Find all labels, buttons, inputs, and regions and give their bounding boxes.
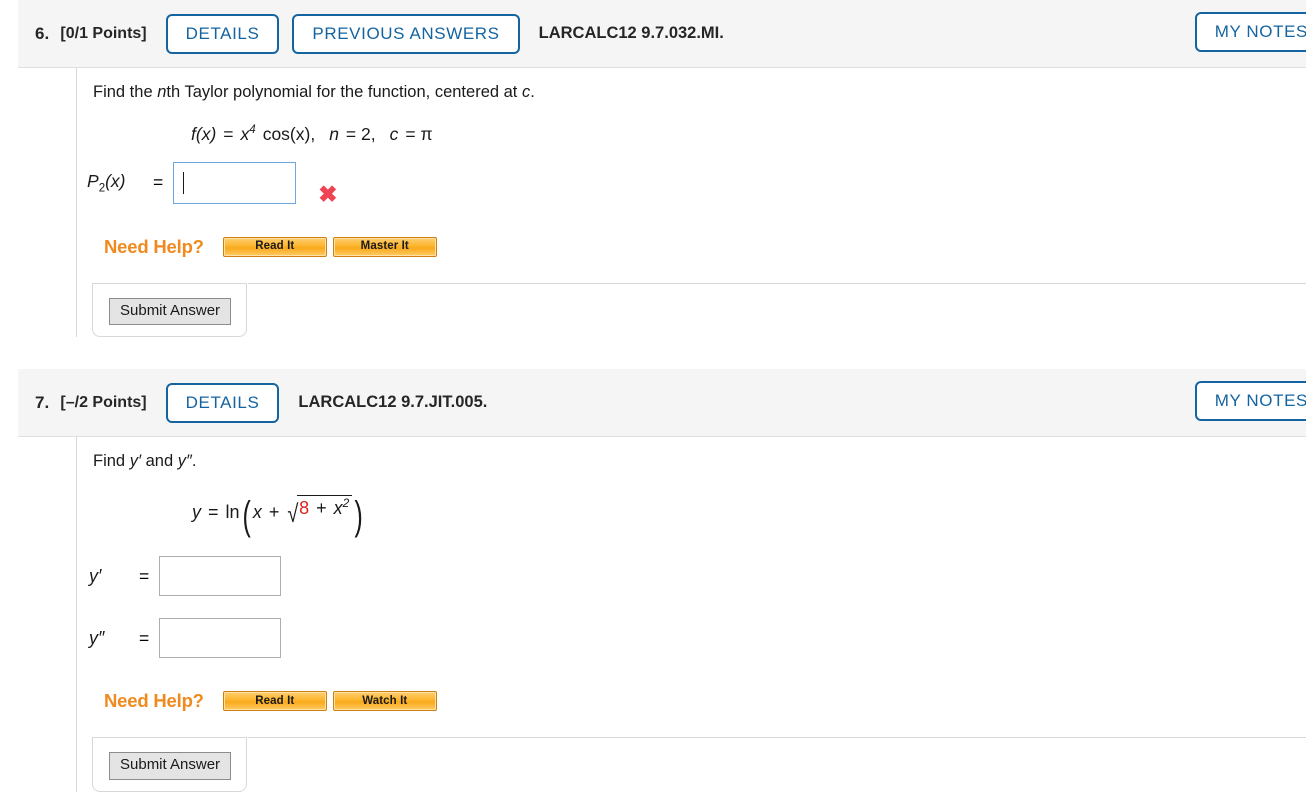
answer-equals-6: = xyxy=(153,172,164,193)
answer-label-arg: (x) xyxy=(105,171,126,192)
problem-set-page: 6. [0/1 Points] DETAILS PREVIOUS ANSWERS… xyxy=(0,0,1306,812)
my-notes-button-6[interactable]: MY NOTES xyxy=(1194,12,1306,52)
problem-7-body: Find y′ and y″. y = ln(x + √8 + x2) y′ = y″ = … xyxy=(76,437,1306,792)
need-help-label-7: Need Help? xyxy=(104,690,204,712)
read-it-button-7[interactable]: Read It xyxy=(222,691,327,712)
details-button-6[interactable]: DETAILS xyxy=(165,13,280,54)
previous-answers-button-6[interactable]: PREVIOUS ANSWERS xyxy=(292,13,520,54)
need-help-label-6: Need Help? xyxy=(104,235,204,257)
problem-6-code: LARCALC12 9.7.032.MI. xyxy=(538,24,724,42)
problem-6-prompt: Find the nth Taylor polynomial for the f… xyxy=(93,82,1306,103)
eq-cos: cos(x), xyxy=(262,124,316,145)
read-it-button-6[interactable]: Read It xyxy=(222,236,327,257)
problem-7-number: 7. xyxy=(35,392,50,412)
problem-7-answer-row-1: y′ = xyxy=(89,556,1306,597)
answer-input-p2x[interactable] xyxy=(173,161,297,204)
master-it-button-6[interactable]: Master It xyxy=(332,236,437,257)
eq7-radicand-exponent: 2 xyxy=(342,496,350,511)
problem-7-code: LARCALC12 9.7.JIT.005. xyxy=(298,393,488,411)
answer-equals-yprime: = xyxy=(139,565,150,586)
answer-label-p2x: P2(x) xyxy=(87,171,153,195)
eq7-plus: + xyxy=(268,502,280,523)
prompt7-italic-ydprime: y″ xyxy=(177,452,192,470)
prompt-italic-c: c xyxy=(521,83,531,101)
eq-c-var: c xyxy=(389,124,399,145)
submit-divider-6 xyxy=(248,282,1306,284)
prompt-text-c: . xyxy=(530,83,535,101)
answer-label-y-double-prime: y″ xyxy=(89,627,105,648)
eq7-radicand-x: x xyxy=(333,498,343,519)
answer-label-p: P xyxy=(87,171,99,192)
problem-7-equation: y = ln(x + √8 + x2) xyxy=(192,494,1306,539)
details-button-7[interactable]: DETAILS xyxy=(165,382,280,423)
problem-6: 6. [0/1 Points] DETAILS PREVIOUS ANSWERS… xyxy=(0,0,1306,338)
eq-exponent-4: 4 xyxy=(249,124,256,137)
eq7-radicand-constant: 8 xyxy=(299,498,310,519)
problem-6-body: Find the n th Taylor polynomial for the f… xyxy=(76,68,1306,338)
eq7-x: x xyxy=(252,502,262,523)
problem-7-answer-row-2: y″ = xyxy=(89,618,1306,659)
problem-7-prompt: Find y′ and y″. xyxy=(93,451,1306,472)
eq-n-value: = 2, xyxy=(345,124,376,145)
text-caret xyxy=(183,171,185,194)
eq7-y: y xyxy=(192,502,201,523)
watch-it-button-7[interactable]: Watch It xyxy=(332,691,437,712)
answer-input-y-double-prime[interactable] xyxy=(159,618,282,659)
problem-6-points: [0/1 Points] xyxy=(60,24,147,42)
problem-7-points: [–/2 Points] xyxy=(60,393,147,411)
problem-7-header: 7. [–/2 Points] DETAILS LARCALC12 9.7.JI… xyxy=(18,369,1306,437)
red-x-incorrect-icon: ✖ xyxy=(318,181,338,208)
submit-answer-button-6[interactable]: Submit Answer xyxy=(109,297,232,326)
eq7-ln: ln xyxy=(225,502,240,523)
problem-6-answer-row: P2(x) = ✖ xyxy=(87,161,1306,208)
problem-6-need-help: Need Help? Read It Master It xyxy=(104,236,1306,258)
eq-n-var: n xyxy=(329,124,339,145)
right-paren: ) xyxy=(354,494,364,539)
prompt7-italic-yprime: y′ xyxy=(129,452,142,470)
problem-6-equation: f(x) = x4 cos(x), n = 2, c = π xyxy=(191,125,1306,143)
problem-6-submit-tab: Submit Answer xyxy=(92,282,1306,338)
square-root-icon: √8 + x2 xyxy=(286,495,353,527)
eq-c-value: = π xyxy=(405,124,433,145)
submit-answer-button-7[interactable]: Submit Answer xyxy=(109,752,232,780)
my-notes-button-7[interactable]: MY NOTES xyxy=(1194,381,1306,421)
problem-7: 7. [–/2 Points] DETAILS LARCALC12 9.7.JI… xyxy=(0,369,1306,792)
submit-divider-7 xyxy=(248,737,1306,739)
eq7-radicand-plus: + xyxy=(316,498,327,519)
eq-base-x: x xyxy=(240,124,250,145)
prompt7-text-c: . xyxy=(191,452,197,470)
answer-input-wrapper-6 xyxy=(173,161,297,204)
problem-6-number: 6. xyxy=(35,23,50,43)
problem-6-header: 6. [0/1 Points] DETAILS PREVIOUS ANSWERS… xyxy=(18,0,1306,68)
eq7-equals: = xyxy=(208,502,219,523)
prompt7-text-a: Find xyxy=(93,452,130,470)
answer-equals-ydprime: = xyxy=(139,627,150,648)
answer-label-y-prime: y′ xyxy=(89,565,102,586)
answer-input-y-prime[interactable] xyxy=(159,556,282,597)
problem-7-need-help: Need Help? Read It Watch It xyxy=(104,690,1306,712)
prompt-text-b: th Taylor polynomial for the function, c… xyxy=(166,83,522,101)
prompt-text-a: Find the xyxy=(93,83,158,101)
problem-7-submit-tab: Submit Answer xyxy=(92,737,1306,792)
prompt7-text-b: and xyxy=(141,452,178,470)
left-paren: ( xyxy=(242,494,251,539)
eq-fx-arg: (x) xyxy=(195,124,217,145)
eq-equals: = xyxy=(223,124,234,145)
